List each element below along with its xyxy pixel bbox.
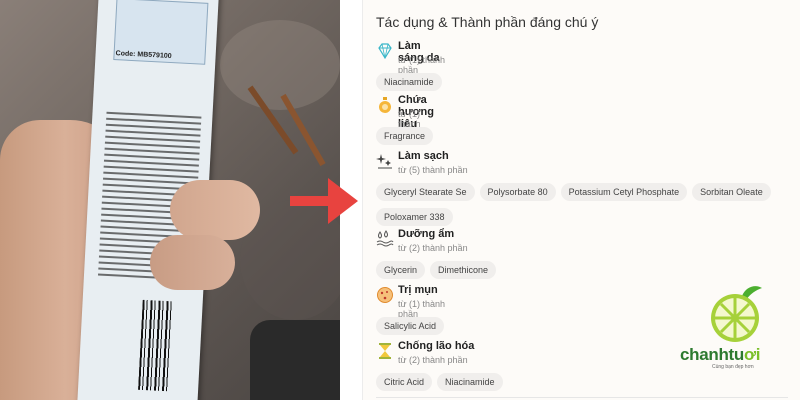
ingredient-chip[interactable]: Potassium Cetyl Phosphate [560,183,688,201]
effect-group-brightening: Làm sáng da từ (1) thành phần Niacinamid… [376,40,447,97]
effect-count: từ (2) thành phần [398,243,468,253]
diamond-icon [378,43,392,60]
effect-title: Trị mụn [398,284,438,296]
brand-tagline: Cùng bạn đẹp hơn [712,364,754,370]
barcode [138,299,173,392]
ingredient-chip[interactable]: Citric Acid [376,373,433,391]
ingredient-chip[interactable]: Dimethicone [430,261,497,279]
section-title: Tác dụng & Thành phần đáng chú ý [376,14,599,30]
panel-divider [362,0,363,400]
effect-title: Chống lão hóa [398,340,475,352]
ingredient-chip[interactable]: Polysorbate 80 [479,183,556,201]
perfume-bottle-icon [379,97,391,113]
ingredient-chip[interactable]: Niacinamide [376,73,442,91]
product-photo: Code: MB579100 [0,0,340,400]
water-drops-icon [376,230,394,247]
ingredient-chip[interactable]: Niacinamide [437,373,503,391]
effect-group-acne: Trị mụn từ (1) thành phần Salicylic Acid [376,284,449,341]
sparkle-clean-icon [376,154,392,169]
effect-count: từ (5) thành phần [398,165,468,175]
effect-group-cleansing: Làm sạch từ (5) thành phần Glyceryl Stea… [376,150,796,232]
ingredient-chip[interactable]: Salicylic Acid [376,317,445,335]
bottom-divider [376,397,788,398]
effect-title: Dưỡng ẩm [398,228,455,240]
effect-group-moisturizing: Dưỡng ẩm từ (2) thành phần Glycerin Dimet… [376,228,501,285]
effect-count: từ (2) thành phần [398,355,468,365]
effect-group-antiaging: Chống lão hóa từ (2) thành phần Citric A… [376,340,508,397]
ingredient-chip[interactable]: Glycerin [376,261,426,279]
effect-group-fragrance: Chứa hương liệu từ (1) thành phần Fragra… [376,94,438,151]
finger [150,235,235,290]
effect-title: Làm sạch [398,150,449,162]
finger [170,180,260,240]
hourglass-icon [379,343,391,359]
ingredient-chip[interactable]: Sorbitan Oleate [692,183,771,201]
brand-name: chanhtuơi [680,345,761,365]
ingredient-chip[interactable]: Glyceryl Stearate Se [376,183,475,201]
brand-name-main: chanhtu [680,345,745,364]
arrow-right-icon [290,178,358,224]
acne-icon [377,287,393,303]
brand-name-accent: ơi [744,345,761,364]
ingredient-chip[interactable]: Fragrance [376,127,434,145]
shoe [250,320,340,400]
ingredient-chip[interactable]: Poloxamer 338 [376,208,453,226]
